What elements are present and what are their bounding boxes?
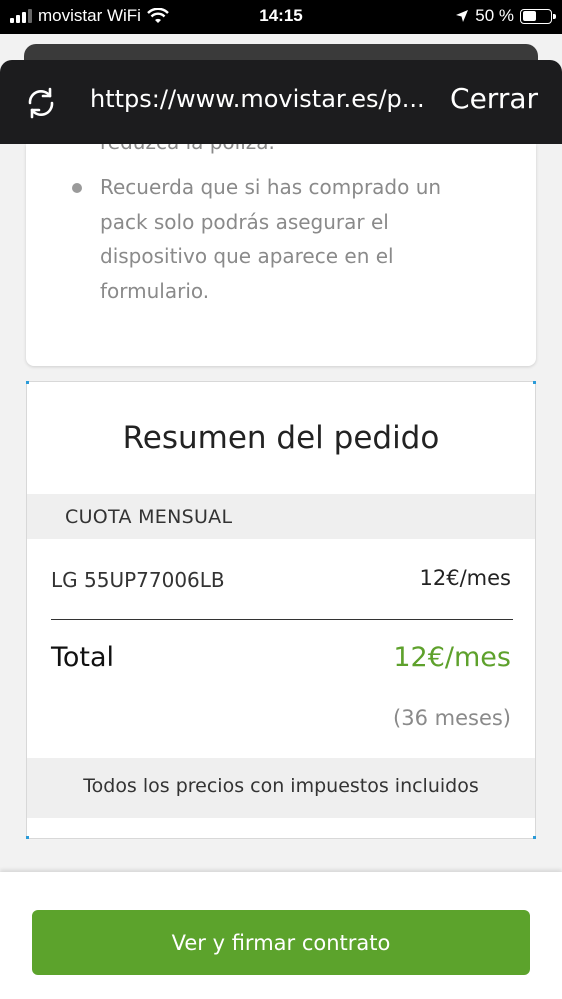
summary-title: Resumen del pedido bbox=[122, 420, 440, 456]
status-bar: movistar WiFi 14:15 50 % bbox=[0, 0, 562, 34]
tax-note: Todos los precios con impuestos incluido… bbox=[83, 775, 479, 797]
battery-fill bbox=[522, 11, 536, 21]
pack-notice-text: Recuerda que si has comprado un pack sol… bbox=[100, 175, 442, 303]
corner-marker bbox=[26, 836, 29, 839]
sign-contract-button[interactable]: Ver y firmar contrato bbox=[32, 910, 530, 975]
product-name: LG 55UP77006LB bbox=[51, 568, 225, 592]
order-summary-card: Resumen del pedido CUOTA MENSUAL LG 55UP… bbox=[26, 381, 536, 839]
section-label: CUOTA MENSUAL bbox=[65, 506, 233, 528]
total-price: 12€/mes bbox=[393, 642, 511, 673]
total-label: Total bbox=[51, 642, 115, 673]
status-right: 50 % bbox=[455, 6, 556, 26]
corner-marker bbox=[533, 381, 536, 384]
url-text[interactable]: https://www.movistar.es/p... bbox=[90, 85, 438, 113]
bottom-action-bar: Ver y firmar contrato bbox=[0, 872, 562, 999]
cut-off-text: reduzca la póliza. bbox=[100, 144, 275, 154]
corner-marker bbox=[533, 836, 536, 839]
location-arrow-icon bbox=[456, 10, 469, 22]
monthly-fee-header: CUOTA MENSUAL bbox=[27, 494, 535, 539]
battery-percent: 50 % bbox=[475, 6, 514, 25]
tax-note-band: Todos los precios con impuestos incluido… bbox=[27, 758, 535, 818]
corner-marker bbox=[26, 381, 29, 384]
info-card: reduzca la póliza. Recuerda que si has c… bbox=[26, 144, 536, 366]
reload-icon[interactable] bbox=[24, 86, 58, 120]
divider bbox=[51, 619, 513, 620]
close-button[interactable]: Cerrar bbox=[450, 82, 538, 115]
in-app-browser-bar: https://www.movistar.es/p... Cerrar bbox=[0, 60, 562, 144]
duration-months: (36 meses) bbox=[393, 706, 511, 730]
battery-icon bbox=[520, 8, 556, 24]
bullet-icon bbox=[72, 183, 82, 193]
product-price: 12€/mes bbox=[419, 566, 511, 590]
